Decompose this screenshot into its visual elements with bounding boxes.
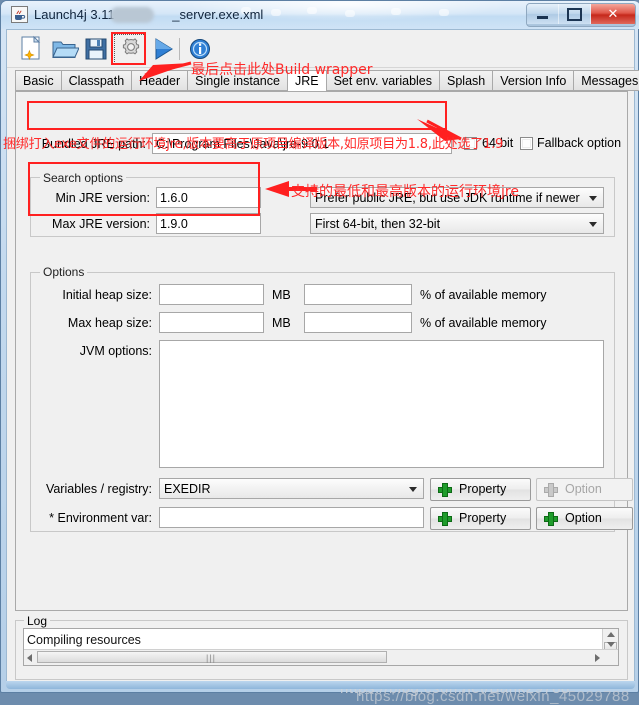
variables-registry-combo[interactable]: EXEDIR — [159, 478, 424, 499]
variables-option-button: Option — [536, 478, 633, 501]
chevron-down-icon — [409, 486, 417, 492]
log-section: Log ​ Compiling resources Linking Wrappi… — [15, 614, 628, 680]
env-property-label: Property — [459, 511, 507, 525]
jvm-options-textarea[interactable] — [159, 340, 604, 468]
search-options-title: Search options — [40, 171, 127, 185]
close-button[interactable]: ✕ — [591, 4, 635, 24]
tab-version-info[interactable]: Version Info — [492, 70, 575, 91]
max-heap-percent-input[interactable] — [304, 312, 412, 333]
tab-set-env-variables[interactable]: Set env. variables — [325, 70, 441, 91]
open-config-icon[interactable] — [49, 35, 79, 63]
log-output[interactable]: ​ Compiling resources Linking Wrapping S… — [23, 628, 619, 666]
initial-heap-mb-unit: MB — [272, 288, 291, 302]
chevron-down-icon — [589, 195, 597, 201]
initial-heap-percent-unit: % of available memory — [420, 288, 547, 302]
variables-property-label: Property — [459, 482, 507, 496]
scroll-down-icon[interactable] — [607, 642, 615, 647]
log-line-0: Compiling resources — [27, 633, 141, 647]
plus-icon — [438, 483, 452, 497]
about-icon[interactable] — [185, 35, 215, 63]
new-config-icon[interactable] — [17, 35, 47, 63]
window-bottom-edge — [6, 681, 635, 689]
bundled-jre-path-input[interactable] — [152, 133, 452, 154]
max-heap-size-label: Max heap size: — [67, 316, 152, 330]
tab-single-instance[interactable]: Single instance — [187, 70, 288, 91]
maximize-icon — [567, 7, 582, 21]
checkbox-fallback-option-label: Fallback option — [537, 136, 622, 150]
title-bar: Launch4j 3.11 - _server.exe.xml ✕ — [1, 1, 639, 29]
initial-heap-size-mb-input[interactable] — [159, 284, 264, 305]
window-title-suffix: _server.exe.xml — [172, 7, 264, 22]
log-horizontal-scrollbar[interactable]: ||| — [24, 649, 618, 665]
min-jre-version-label: Min JRE version: — [55, 191, 150, 205]
tab-basic[interactable]: Basic — [15, 70, 62, 91]
jvm-options-label: JVM options: — [79, 344, 152, 358]
max-jre-version-input[interactable] — [156, 213, 261, 234]
checkbox-fallback-option[interactable] — [520, 137, 533, 150]
java-coffee-cup-icon — [11, 6, 28, 23]
environment-var-label: * Environment var: — [49, 511, 152, 525]
window-title-redaction — [110, 7, 154, 23]
variables-registry-label: Variables / registry: — [45, 482, 152, 496]
launch4j-window: Launch4j 3.11 - _server.exe.xml ✕ Basic … — [0, 0, 639, 705]
toolbar-separator — [179, 38, 180, 60]
toolbar — [7, 30, 634, 68]
save-config-icon[interactable] — [81, 35, 111, 63]
log-title: Log — [24, 614, 51, 628]
max-heap-size-mb-input[interactable] — [159, 312, 264, 333]
env-property-button[interactable]: Property — [430, 507, 531, 530]
chevron-down-icon — [589, 221, 597, 227]
tab-bar: Basic Classpath Header Single instance J… — [15, 70, 639, 92]
window-controls: ✕ — [526, 3, 636, 27]
log-horizontal-scroll-thumb[interactable]: ||| — [37, 651, 387, 663]
title-bar-reflection — [241, 7, 501, 23]
bundled-jre-path-label: Bundled JRE path: — [41, 137, 146, 151]
client-area: Basic Classpath Header Single instance J… — [6, 29, 639, 705]
initial-heap-size-label: Initial heap size: — [62, 288, 152, 302]
max-jre-version-label: Max JRE version: — [52, 217, 150, 231]
min-jre-version-input[interactable] — [156, 187, 261, 208]
variables-property-button[interactable]: Property — [430, 478, 531, 501]
tab-classpath[interactable]: Classpath — [60, 70, 133, 91]
close-icon: ✕ — [607, 6, 619, 21]
maximize-button[interactable] — [559, 4, 591, 24]
minimize-icon — [537, 15, 548, 19]
test-wrapper-icon[interactable] — [148, 35, 178, 63]
minimize-button[interactable] — [527, 4, 559, 24]
jdk-preference-value: Prefer public JRE, but use JDK runtime i… — [315, 191, 580, 205]
build-wrapper-focus-ring — [114, 34, 146, 64]
watermark-bottom: https://blog.csdn.net/weixin_45029788 — [356, 688, 630, 705]
plus-icon — [544, 512, 558, 526]
environment-var-input[interactable] — [159, 507, 424, 528]
tab-jre[interactable]: JRE — [286, 70, 327, 92]
tab-messages[interactable]: Messages — [573, 70, 639, 91]
initial-heap-percent-input[interactable] — [304, 284, 412, 305]
plus-icon — [544, 483, 558, 497]
runtime-bits-combo[interactable]: First 64-bit, then 32-bit — [310, 213, 604, 234]
options-group-title: Options — [40, 265, 88, 279]
scroll-left-icon[interactable] — [27, 654, 32, 662]
scroll-up-icon[interactable] — [607, 632, 615, 637]
jre-tab-panel: Bundled JRE path: 64-bit Fallback option… — [15, 91, 633, 611]
max-heap-percent-unit: % of available memory — [420, 316, 547, 330]
tab-header[interactable]: Header — [131, 70, 189, 91]
env-option-label: Option — [565, 511, 602, 525]
max-heap-mb-unit: MB — [272, 316, 291, 330]
env-option-button[interactable]: Option — [536, 507, 633, 530]
checkbox-64bit[interactable] — [464, 137, 477, 150]
runtime-bits-value: First 64-bit, then 32-bit — [315, 217, 441, 231]
scroll-right-icon[interactable] — [595, 654, 600, 662]
checkbox-64bit-label: 64-bit — [482, 136, 514, 150]
plus-icon — [438, 512, 452, 526]
variables-registry-value: EXEDIR — [164, 482, 211, 496]
tab-splash[interactable]: Splash — [439, 70, 494, 91]
jdk-preference-combo[interactable]: Prefer public JRE, but use JDK runtime i… — [310, 187, 604, 208]
variables-option-label: Option — [565, 482, 602, 496]
